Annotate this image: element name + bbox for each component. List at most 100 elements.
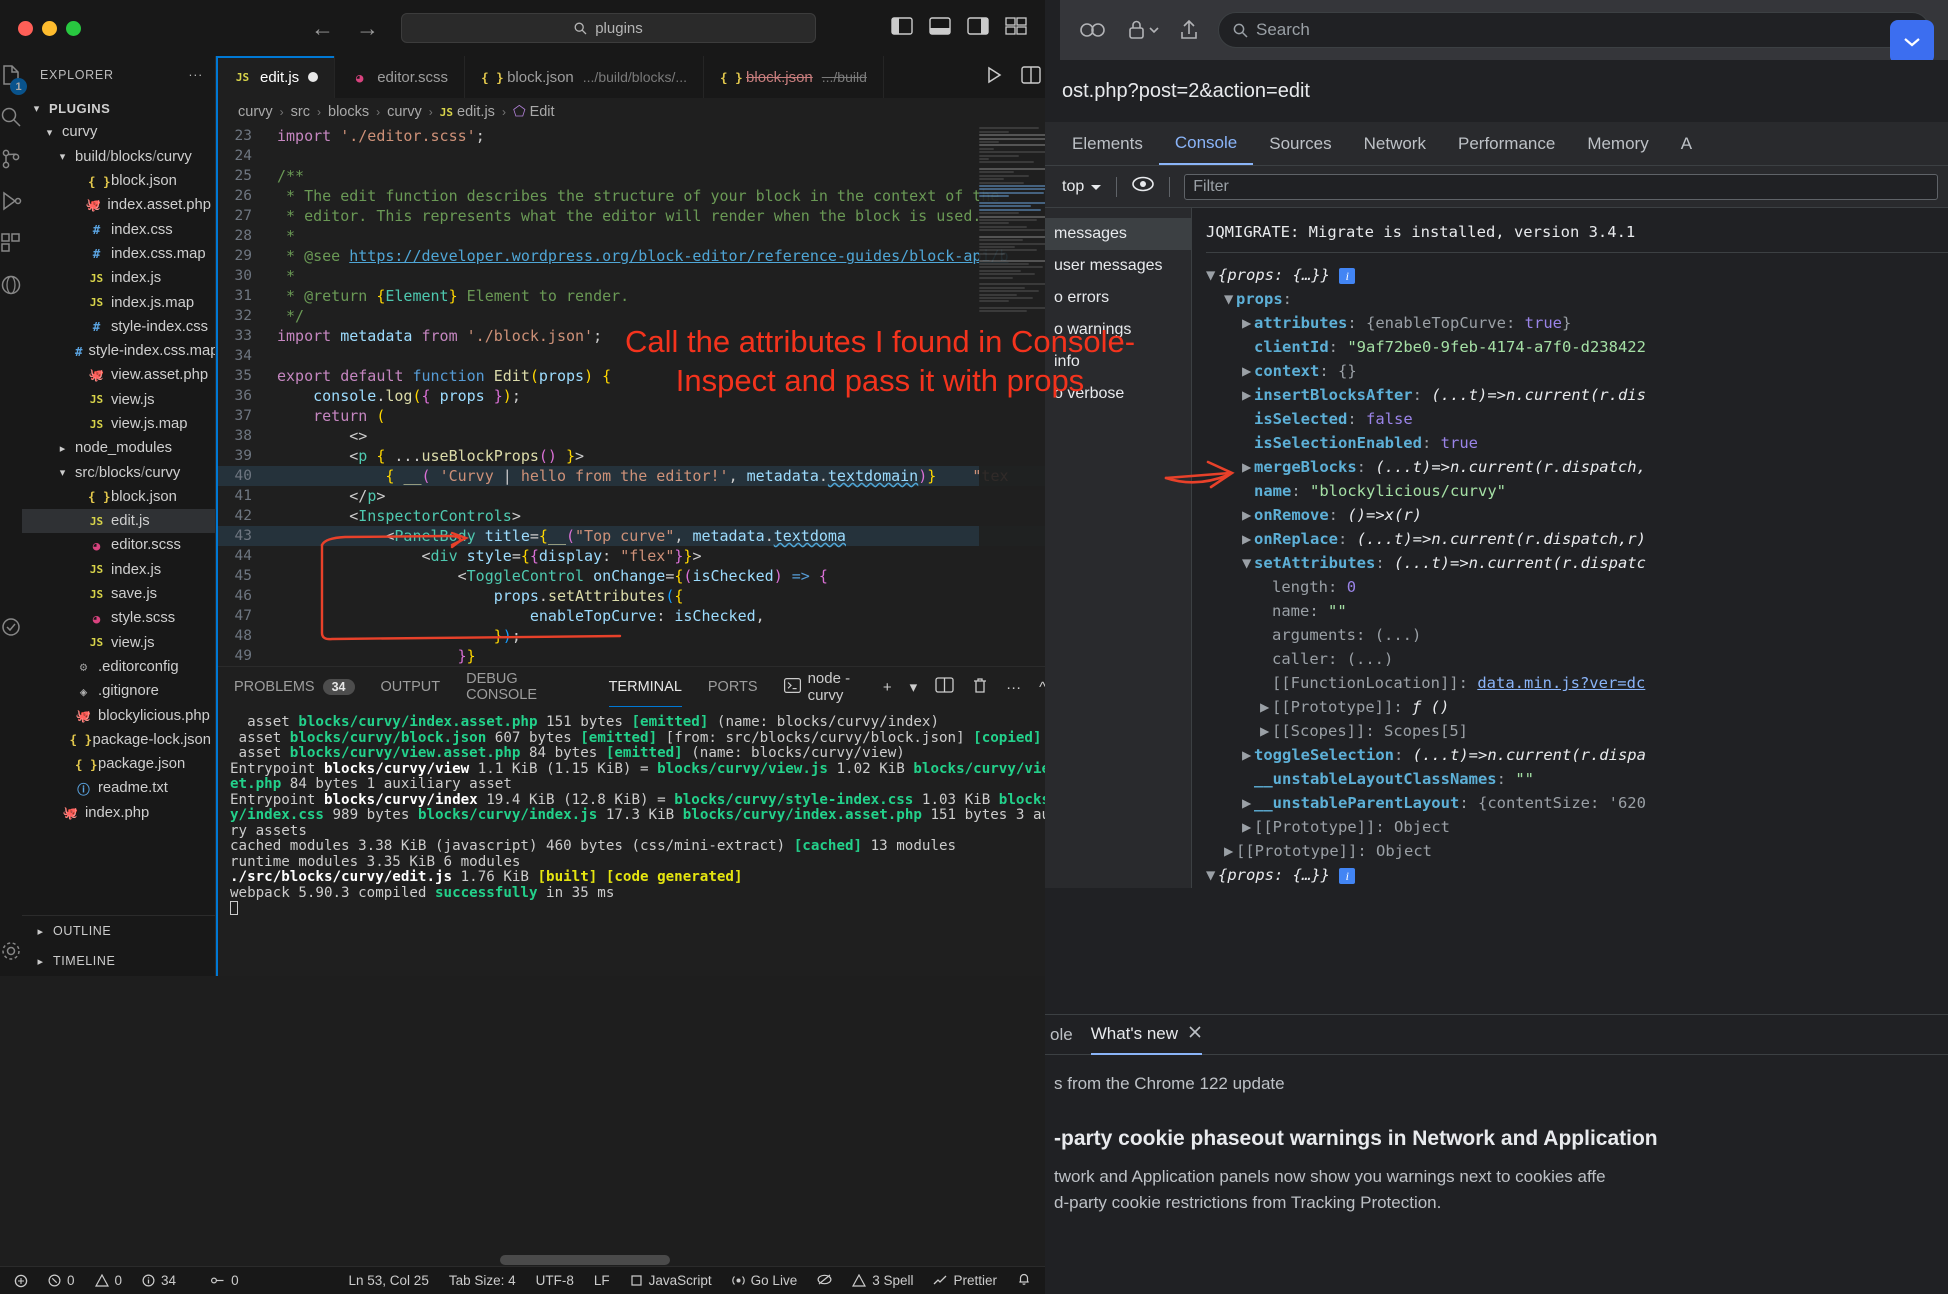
console-tree-row[interactable]: isSelectionEnabled: true bbox=[1206, 431, 1948, 455]
tree-file-view-js-map[interactable]: JS view.js.map bbox=[22, 412, 215, 436]
code-line[interactable]: 42 <InspectorControls> bbox=[218, 506, 1045, 526]
toggle-panel-icon[interactable] bbox=[929, 16, 951, 40]
toggle-secondary-sidebar-icon[interactable] bbox=[967, 16, 989, 40]
status-info[interactable]: 34 bbox=[142, 1273, 176, 1288]
tree-file-style-index-css[interactable]: # style-index.css bbox=[22, 315, 215, 339]
code-line[interactable]: 26 * The edit function describes the str… bbox=[218, 186, 1045, 206]
code-editor[interactable]: 23 import './editor.scss'; 24 25/** 26 * Th… bbox=[218, 126, 1045, 666]
code-line[interactable]: 34 bbox=[218, 346, 1045, 366]
remote-indicator[interactable] bbox=[14, 1274, 28, 1288]
panel-tab-terminal[interactable]: TERMINAL bbox=[608, 667, 682, 707]
code-line[interactable]: 41 </p> bbox=[218, 486, 1045, 506]
tree-file-index-css[interactable]: # index.css bbox=[22, 217, 215, 241]
status-tab-size[interactable]: Tab Size: 4 bbox=[449, 1273, 516, 1288]
horizontal-scrollbar-thumb[interactable] bbox=[500, 1255, 670, 1265]
status-cursor-position[interactable]: Ln 53, Col 25 bbox=[349, 1273, 429, 1288]
tree-file-index-js[interactable]: JS index.js bbox=[22, 266, 215, 290]
console-tree-row[interactable]: ▶ context: {} bbox=[1206, 359, 1948, 383]
tree-file-index-css-map[interactable]: # index.css.map bbox=[22, 242, 215, 266]
console-tree-row[interactable]: ▶ mergeBlocks: (...t)=>n.current(r.dispat… bbox=[1206, 455, 1948, 479]
console-tree-row[interactable]: length: 0 bbox=[1206, 575, 1948, 599]
source-control-icon[interactable] bbox=[0, 148, 22, 170]
settings-gear-icon[interactable] bbox=[0, 940, 22, 962]
breadcrumb-item[interactable]: JS edit.js bbox=[440, 104, 495, 120]
tree-file--gitignore[interactable]: ◈ .gitignore bbox=[22, 679, 215, 703]
go-back-icon[interactable]: ← bbox=[311, 15, 334, 42]
unsaved-indicator[interactable] bbox=[308, 72, 319, 82]
devtools-tab-performance[interactable]: Performance bbox=[1442, 122, 1571, 165]
devtools-tab-network[interactable]: Network bbox=[1348, 122, 1442, 165]
testing-icon[interactable] bbox=[0, 616, 22, 638]
code-line[interactable]: 38 <> bbox=[218, 426, 1045, 446]
extensions-panel-icon[interactable] bbox=[0, 232, 22, 254]
editor-tab-block-json[interactable]: { } block.json .../build/blocks/... bbox=[465, 56, 705, 98]
tree-file-block-json[interactable]: { } block.json bbox=[22, 485, 215, 509]
remote-explorer-icon[interactable] bbox=[0, 274, 22, 296]
devtools-tab-elements[interactable]: Elements bbox=[1056, 122, 1159, 165]
status-screencast-icon[interactable] bbox=[817, 1273, 832, 1289]
status-prettier[interactable]: Prettier bbox=[933, 1273, 997, 1288]
console-tree-row[interactable]: clientId: "9af72be0-9feb-4174-a7f0-d2384… bbox=[1206, 335, 1948, 359]
console-sidebar-item[interactable]: o errors bbox=[1040, 282, 1191, 314]
status-errors[interactable]: 0 bbox=[48, 1273, 75, 1288]
console-context-selector[interactable]: top bbox=[1062, 178, 1102, 196]
split-editor-icon[interactable] bbox=[1021, 65, 1041, 89]
tree-folder-src---blocks---curvy[interactable]: ▾ src/blocks/curvy bbox=[22, 460, 215, 484]
console-sidebar-item[interactable]: messages bbox=[1040, 218, 1191, 250]
code-line[interactable]: 31 * @return {Element} Element to render… bbox=[218, 286, 1045, 306]
tree-file-block-json[interactable]: { } block.json bbox=[22, 169, 215, 193]
code-line[interactable]: 29 * @see https://developer.wordpress.or… bbox=[218, 246, 1045, 266]
editor-tab-edit-js[interactable]: JS edit.js bbox=[218, 56, 336, 98]
terminal-output[interactable]: asset blocks/curvy/index.asset.php 151 b… bbox=[218, 707, 1045, 976]
tree-folder-node_modules[interactable]: ▸ node_modules bbox=[22, 436, 215, 460]
console-tree-row[interactable]: ▶ [[Scopes]]: Scopes[5] bbox=[1206, 719, 1948, 743]
tree-file-readme-txt[interactable]: ⓘ readme.txt bbox=[22, 776, 215, 800]
tree-file-style-scss[interactable]: ◕ style.scss bbox=[22, 606, 215, 630]
explorer-icon[interactable]: 1 bbox=[0, 64, 27, 95]
breadcrumb-item[interactable]: curvy bbox=[387, 104, 422, 120]
close-icon[interactable] bbox=[1188, 1024, 1202, 1044]
code-line[interactable]: 32 */ bbox=[218, 306, 1045, 326]
editor-tab-editor-scss[interactable]: ◕ editor.scss bbox=[335, 56, 466, 98]
editor-tab-block-json[interactable]: { } block.json .../build bbox=[704, 56, 884, 98]
tree-folder-curvy[interactable]: ▾ curvy bbox=[22, 120, 215, 144]
breadcrumb-item[interactable]: curvy bbox=[238, 104, 273, 120]
code-line[interactable]: 36 console.log({ props }); bbox=[218, 386, 1045, 406]
panel-tab-problems[interactable]: PROBLEMS 34 bbox=[234, 667, 355, 707]
explorer-more-actions-icon[interactable]: ··· bbox=[188, 68, 203, 82]
chrome-search-field[interactable]: Search bbox=[1218, 12, 1930, 48]
console-tree-row[interactable]: ▼ {props: {…}} i bbox=[1206, 863, 1948, 887]
panel-tab-output[interactable]: OUTPUT bbox=[381, 667, 441, 707]
status-notifications-bell-icon[interactable] bbox=[1017, 1272, 1031, 1289]
console-tree-row[interactable]: ▼ setAttributes: (...t)=>n.current(r.disp… bbox=[1206, 551, 1948, 575]
code-line[interactable]: 39 <p { ...useBlockProps() }> bbox=[218, 446, 1045, 466]
extensions-icon[interactable] bbox=[1078, 18, 1108, 42]
code-line[interactable]: 48 }); bbox=[218, 626, 1045, 646]
tree-folder-PLUGINS[interactable]: ▾ PLUGINS bbox=[22, 96, 215, 120]
drawer-tab-console[interactable]: ole bbox=[1050, 1025, 1073, 1045]
code-line[interactable]: 43 <PanelBody title={__("Top curve", met… bbox=[218, 526, 1045, 546]
console-sidebar-item[interactable]: info bbox=[1040, 346, 1191, 378]
run-file-icon[interactable] bbox=[985, 66, 1003, 89]
tree-file-package-lock-json[interactable]: { } package-lock.json bbox=[22, 728, 215, 752]
maximize-panel-icon[interactable]: ^ bbox=[1039, 679, 1045, 696]
console-tree-row[interactable]: ▶ insertBlocksAfter: (...t)=>n.current(r.… bbox=[1206, 383, 1948, 407]
code-line[interactable]: 46 props.setAttributes({ bbox=[218, 586, 1045, 606]
drawer-tab-whats-new[interactable]: What's new bbox=[1090, 1015, 1203, 1055]
go-forward-icon[interactable]: → bbox=[356, 15, 379, 42]
breadcrumb-item[interactable]: blocks bbox=[328, 104, 369, 120]
panel-tab-ports[interactable]: PORTS bbox=[708, 667, 758, 707]
status-spell-check[interactable]: 3 Spell bbox=[852, 1273, 913, 1288]
code-line[interactable]: 25 /** bbox=[218, 166, 1045, 186]
eye-icon[interactable] bbox=[1131, 175, 1155, 198]
terminal-instance-label[interactable]: node - curvy bbox=[783, 670, 865, 704]
console-tree-row[interactable]: name: "" bbox=[1206, 599, 1948, 623]
console-tree-row[interactable]: ▶ onRemove: ()=>x(r) bbox=[1206, 503, 1948, 527]
breadcrumb-item[interactable]: ⬠ Edit bbox=[513, 104, 555, 120]
search-icon[interactable] bbox=[0, 106, 22, 128]
tree-file-blockylicious-php[interactable]: 🐙 blockylicious.php bbox=[22, 703, 215, 727]
console-tree-row[interactable]: __unstableLayoutClassNames: "" bbox=[1206, 767, 1948, 791]
code-line[interactable]: 49 }} bbox=[218, 646, 1045, 666]
panel-more-actions-icon[interactable]: ··· bbox=[1006, 679, 1021, 696]
code-line[interactable]: 47 enableTopCurve: isChecked, bbox=[218, 606, 1045, 626]
